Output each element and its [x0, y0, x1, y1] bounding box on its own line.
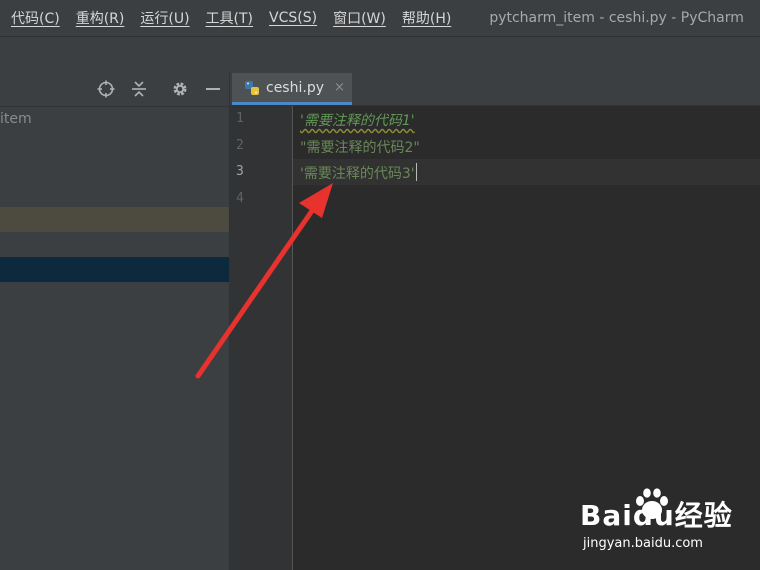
menu-tools[interactable]: 工具(T) — [206, 8, 253, 28]
menu-refactor[interactable]: 重构(R) — [76, 8, 125, 28]
toolbar — [0, 36, 760, 74]
tab-label: ceshi.py — [266, 79, 324, 96]
collapse-icon[interactable] — [129, 79, 149, 99]
line-number-current: 3 — [236, 164, 244, 179]
code-line-3-text: '需要注释的代码3' — [300, 166, 415, 182]
close-icon[interactable]: × — [334, 80, 345, 95]
menu-vcs[interactable]: VCS(S) — [269, 10, 317, 26]
tree-row-selected[interactable] — [0, 257, 229, 282]
menu-bar: 代码(C) 重构(R) 运行(U) 工具(T) VCS(S) 窗口(W) 帮助(… — [0, 0, 760, 36]
menu-run[interactable]: 运行(U) — [140, 8, 189, 28]
minimize-icon[interactable] — [203, 79, 223, 99]
line-number: 4 — [236, 191, 244, 206]
menu-help[interactable]: 帮助(H) — [402, 8, 451, 28]
line-number: 1 — [236, 111, 244, 126]
editor-tab-bar: ceshi.py × — [230, 73, 760, 106]
baidu-watermark: Baidu经验 jingyan.baidu.com — [580, 488, 755, 558]
gear-icon[interactable] — [170, 79, 190, 99]
code-line-2[interactable]: "需要注释的代码2" — [300, 137, 420, 157]
baidu-logo-text: Baidu经验 — [580, 499, 733, 532]
crosshair-icon[interactable] — [96, 79, 116, 99]
project-tree-root[interactable]: item — [0, 111, 32, 127]
code-line-3[interactable]: '需要注释的代码3' — [300, 163, 417, 183]
baidu-url: jingyan.baidu.com — [583, 536, 703, 551]
text-caret — [415, 163, 417, 181]
tab-ceshi-py[interactable]: ceshi.py × — [232, 73, 352, 105]
menu-code[interactable]: 代码(C) — [11, 8, 60, 28]
tree-row-highlighted[interactable] — [0, 207, 229, 232]
menu-window[interactable]: 窗口(W) — [333, 8, 386, 28]
python-file-icon — [244, 80, 260, 96]
line-number-gutter: 1 2 3 4 — [230, 106, 293, 570]
line-number: 2 — [236, 138, 244, 153]
project-panel: item — [0, 73, 230, 570]
window-title: pytcharm_item - ceshi.py - PyCharm — [489, 10, 744, 26]
project-panel-header — [0, 73, 229, 107]
code-line-1[interactable]: '需要注释的代码1' — [300, 110, 415, 130]
